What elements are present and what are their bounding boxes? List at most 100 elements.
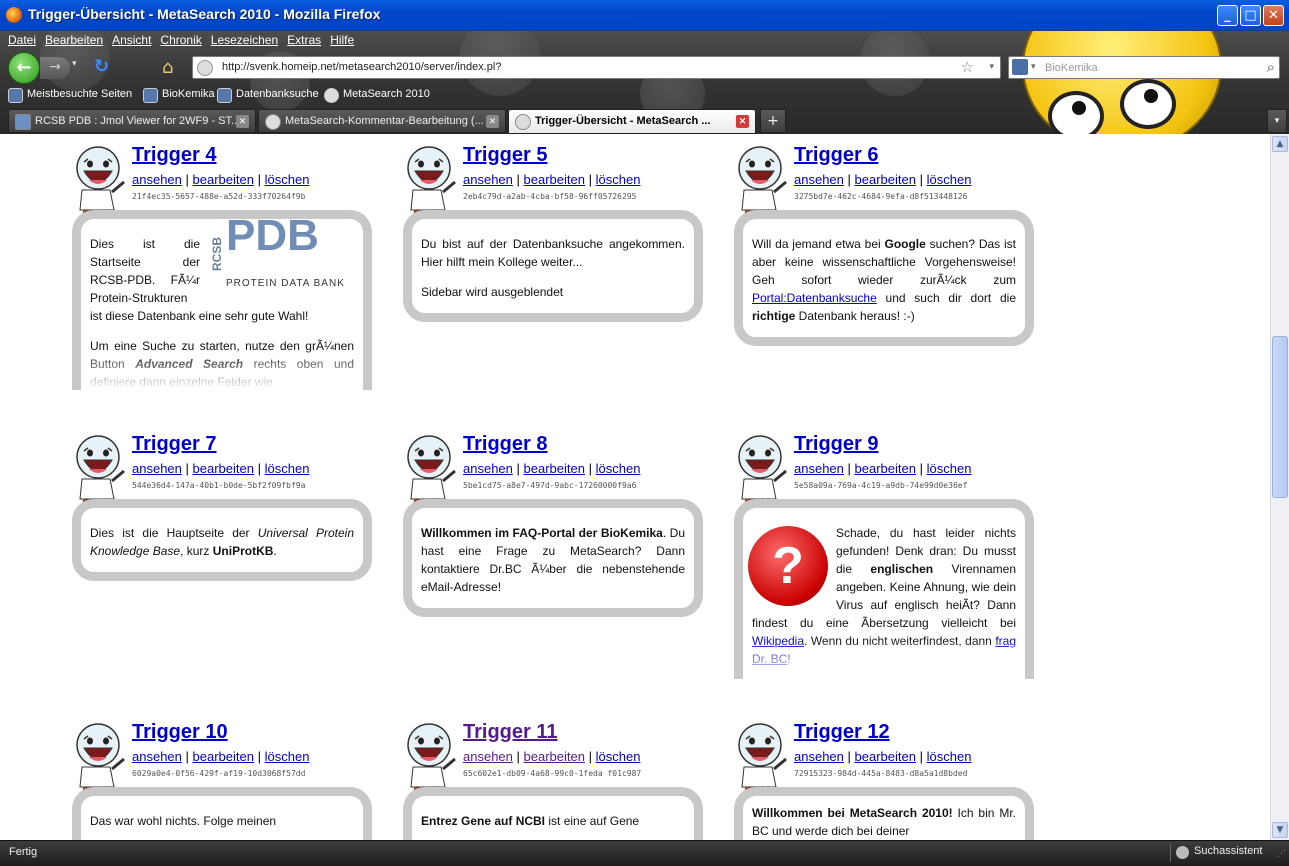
trigger-title-link[interactable]: Trigger 5 bbox=[463, 144, 547, 167]
delete-link[interactable]: löschen bbox=[596, 749, 641, 764]
scroll-down-button[interactable]: ▼ bbox=[1272, 822, 1288, 838]
text-bold: Willkommen bei MetaSearch 2010! bbox=[752, 806, 953, 820]
delete-link[interactable]: löschen bbox=[927, 172, 972, 187]
url-dropdown-icon[interactable]: ▾ bbox=[989, 62, 994, 72]
engine-dropdown-icon[interactable]: ▾ bbox=[1031, 62, 1036, 72]
resize-grip-icon[interactable]: ⋰ bbox=[1277, 849, 1286, 859]
forward-button[interactable]: → bbox=[40, 57, 70, 79]
view-link[interactable]: ansehen bbox=[463, 172, 513, 187]
back-button[interactable]: ← bbox=[8, 52, 40, 84]
tab-close-icon[interactable]: ✕ bbox=[486, 115, 499, 128]
fade-overlay bbox=[81, 350, 363, 390]
bookmark-star-icon[interactable]: ☆ bbox=[961, 58, 974, 76]
trigger-title-link[interactable]: Trigger 11 bbox=[463, 721, 558, 744]
trigger-text: Sidebar wird ausgeblendet bbox=[421, 285, 564, 299]
search-bar[interactable]: ▾ BioKemika ⌕ bbox=[1008, 56, 1280, 79]
trigger-title-link[interactable]: Trigger 9 bbox=[794, 433, 878, 456]
tab-close-icon[interactable]: ✕ bbox=[236, 115, 249, 128]
bookmark-most-visited[interactable]: Meistbesuchte Seiten bbox=[8, 88, 132, 103]
bookmark-label: MetaSearch 2010 bbox=[343, 88, 430, 100]
reload-button[interactable]: ↻ bbox=[94, 57, 114, 77]
trigger-uuid: 544e36d4-147a-40b1-b0de-5bf2f09fbf9a bbox=[132, 481, 306, 490]
delete-link[interactable]: löschen bbox=[927, 461, 972, 476]
home-button[interactable]: ⌂ bbox=[162, 57, 173, 78]
trigger-text: Das war wohl nichts. Folge meinen bbox=[90, 814, 277, 828]
menu-lesezeichen[interactable]: Lesezeichen bbox=[211, 33, 278, 51]
search-assistant[interactable]: Suchassistent bbox=[1176, 845, 1262, 859]
page-content: Trigger 4 ansehen | bearbeiten | löschen… bbox=[0, 134, 1270, 840]
delete-link[interactable]: löschen bbox=[927, 749, 972, 764]
trigger-content-box: ? Schade, du hast leider nichts gefunden… bbox=[734, 499, 1034, 679]
maximize-button[interactable]: □ bbox=[1240, 5, 1261, 26]
menu-hilfe[interactable]: Hilfe bbox=[330, 33, 354, 51]
view-link[interactable]: ansehen bbox=[132, 749, 182, 764]
edit-link[interactable]: bearbeiten bbox=[193, 461, 254, 476]
trigger-title-link[interactable]: Trigger 7 bbox=[132, 433, 216, 456]
search-icon[interactable]: ⌕ bbox=[1267, 58, 1275, 76]
view-link[interactable]: ansehen bbox=[463, 461, 513, 476]
edit-link[interactable]: bearbeiten bbox=[855, 172, 916, 187]
close-window-button[interactable]: ✕ bbox=[1263, 5, 1284, 26]
menu-chronik[interactable]: Chronik bbox=[160, 33, 201, 51]
url-text[interactable]: http://svenk.homeip.net/metasearch2010/s… bbox=[222, 61, 501, 73]
vertical-scrollbar[interactable]: ▲ ▼ bbox=[1270, 134, 1289, 840]
delete-link[interactable]: löschen bbox=[265, 461, 310, 476]
edit-link[interactable]: bearbeiten bbox=[524, 172, 585, 187]
face-favicon-icon bbox=[515, 114, 531, 130]
edit-link[interactable]: bearbeiten bbox=[855, 461, 916, 476]
new-tab-button[interactable]: + bbox=[760, 109, 786, 133]
tab-trigger-uebersicht[interactable]: Trigger-Übersicht - MetaSearch ... ✕ bbox=[508, 109, 756, 134]
window-title: Trigger-Übersicht - MetaSearch 2010 - Mo… bbox=[28, 6, 381, 22]
search-input[interactable]: BioKemika bbox=[1045, 62, 1098, 74]
trigger-title-link[interactable]: Trigger 4 bbox=[132, 144, 216, 167]
menu-datei[interactable]: Datei bbox=[8, 33, 36, 51]
trigger-uuid: 6029a0e4-0f56-429f-af19-10d3068f57dd bbox=[132, 769, 306, 778]
edit-link[interactable]: bearbeiten bbox=[193, 172, 254, 187]
edit-link[interactable]: bearbeiten bbox=[193, 749, 254, 764]
view-link[interactable]: ansehen bbox=[794, 172, 844, 187]
trigger-uuid: 72915323-984d-445a-8483-d8a5a1d8bded bbox=[794, 769, 968, 778]
delete-link[interactable]: löschen bbox=[596, 461, 641, 476]
search-engine-icon[interactable] bbox=[1012, 59, 1028, 75]
menu-extras[interactable]: Extras bbox=[287, 33, 321, 51]
menu-bearbeiten[interactable]: Bearbeiten bbox=[45, 33, 103, 51]
bookmark-metasearch[interactable]: MetaSearch 2010 bbox=[324, 88, 430, 103]
tab-close-icon[interactable]: ✕ bbox=[736, 115, 749, 128]
delete-link[interactable]: löschen bbox=[265, 749, 310, 764]
edit-link[interactable]: bearbeiten bbox=[855, 749, 916, 764]
tab-list-button[interactable]: ▾ bbox=[1267, 109, 1287, 133]
view-link[interactable]: ansehen bbox=[794, 749, 844, 764]
link-separator: | bbox=[588, 749, 592, 764]
delete-link[interactable]: löschen bbox=[265, 172, 310, 187]
trigger-title-link[interactable]: Trigger 12 bbox=[794, 721, 890, 744]
trigger-title-link[interactable]: Trigger 10 bbox=[132, 721, 228, 744]
tab-kommentar[interactable]: MetaSearch-Kommentar-Bearbeitung (... ✕ bbox=[258, 109, 506, 133]
trigger-title-link[interactable]: Trigger 6 bbox=[794, 144, 878, 167]
delete-link[interactable]: löschen bbox=[596, 172, 641, 187]
pdb-favicon-icon bbox=[15, 114, 31, 130]
view-link[interactable]: ansehen bbox=[463, 749, 513, 764]
view-link[interactable]: ansehen bbox=[794, 461, 844, 476]
scroll-thumb[interactable] bbox=[1272, 336, 1288, 498]
tab-rcsb[interactable]: RCSB PDB : Jmol Viewer for 2WF9 - ST... ✕ bbox=[8, 109, 256, 133]
trigger-content-box: Dies ist die Hauptseite der Universal Pr… bbox=[72, 499, 372, 581]
edit-link[interactable]: bearbeiten bbox=[524, 749, 585, 764]
view-link[interactable]: ansehen bbox=[132, 461, 182, 476]
trigger-content-box: Willkommen im FAQ-Portal der BioKemika. … bbox=[403, 499, 703, 617]
bookmark-datenbanksuche[interactable]: Datenbanksuche bbox=[217, 88, 319, 103]
url-bar[interactable]: http://svenk.homeip.net/metasearch2010/s… bbox=[192, 56, 1001, 79]
edit-link[interactable]: bearbeiten bbox=[524, 461, 585, 476]
portal-link[interactable]: Portal:Datenbanksuche bbox=[752, 291, 877, 305]
title-bar: Trigger-Übersicht - MetaSearch 2010 - Mo… bbox=[0, 0, 1289, 31]
bookmark-page-icon bbox=[217, 88, 232, 103]
link-separator: | bbox=[185, 749, 189, 764]
scroll-up-button[interactable]: ▲ bbox=[1272, 136, 1288, 152]
trigger-title-link[interactable]: Trigger 8 bbox=[463, 433, 547, 456]
menu-ansicht[interactable]: Ansicht bbox=[112, 33, 151, 51]
view-link[interactable]: ansehen bbox=[132, 172, 182, 187]
minimize-button[interactable]: _ bbox=[1217, 5, 1238, 26]
bookmark-biokemika[interactable]: BioKemika bbox=[143, 88, 215, 103]
link-separator: | bbox=[257, 461, 261, 476]
status-bar: Fertig Suchassistent ⋰ bbox=[0, 840, 1289, 866]
history-dropdown-icon[interactable]: ▾ bbox=[72, 59, 77, 69]
